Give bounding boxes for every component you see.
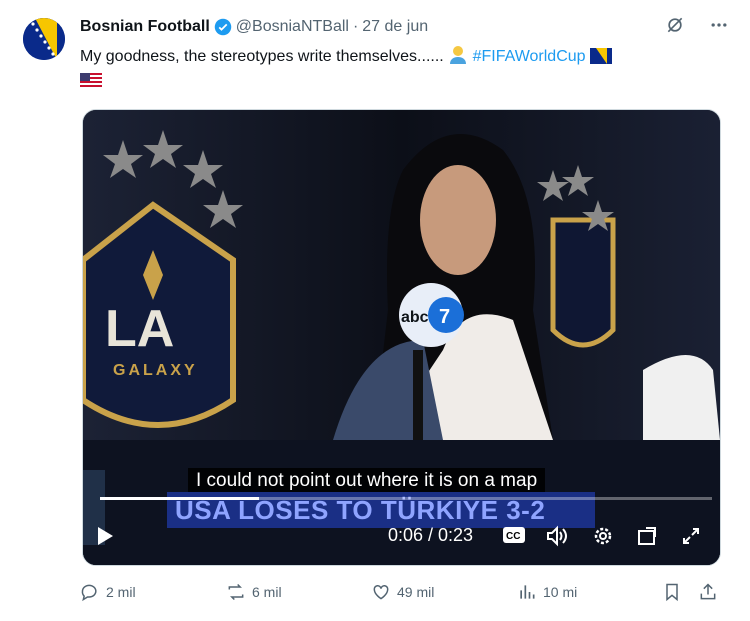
tweet-header: Bosnian Football @BosniaNTBall · 27 de j… (80, 15, 730, 39)
repost-icon (228, 583, 244, 601)
tweet-text: My goodness, the stereotypes write thems… (80, 44, 720, 96)
avatar[interactable] (23, 18, 65, 60)
author-handle[interactable]: @BosniaNTBall (236, 18, 349, 36)
club-text: GALAXY (113, 362, 198, 379)
video-progress-bar[interactable] (100, 497, 712, 500)
channel-number-text: 7 (439, 306, 450, 328)
header-icons (664, 14, 730, 36)
bookmark-button[interactable] (662, 582, 682, 602)
like-button[interactable]: 49 mil (371, 582, 434, 602)
fullscreen-icon[interactable] (680, 525, 702, 547)
verified-badge-icon (214, 18, 232, 36)
bookmark-icon (666, 583, 678, 602)
channel-logo-text: abc (401, 309, 429, 326)
tweet-body: My goodness, the stereotypes write thems… (80, 48, 444, 65)
tweet-date[interactable]: 27 de jun (362, 18, 428, 36)
bosnia-flag-icon (23, 18, 65, 60)
author-name[interactable]: Bosnian Football (80, 18, 210, 36)
views-chart-icon (520, 585, 535, 599)
person-shrugging-emoji-icon (448, 44, 468, 71)
svg-text:CC: CC (506, 531, 520, 542)
logo-text: LA (105, 300, 174, 358)
like-count: 49 mil (397, 584, 435, 600)
share-icon (700, 583, 716, 600)
video-time: 0:06 / 0:23 (388, 525, 474, 545)
reply-icon (81, 584, 97, 602)
bosnia-flag-emoji-icon (590, 48, 613, 71)
more-options-icon[interactable] (708, 14, 730, 36)
grok-icon[interactable] (664, 14, 686, 36)
repost-count: 6 mil (252, 584, 282, 600)
reply-count: 2 mil (106, 584, 136, 600)
separator-dot: · (352, 18, 359, 35)
share-button[interactable] (698, 582, 718, 602)
us-flag-emoji-icon (80, 73, 102, 96)
repost-button[interactable]: 6 mil (226, 582, 282, 602)
view-count: 10 mi (543, 584, 578, 600)
views-button[interactable]: 10 mi (517, 582, 577, 602)
tweet-card: Bosnian Football @BosniaNTBall · 27 de j… (0, 0, 750, 621)
action-bar: 2 mil 6 mil 49 mil 10 mi (80, 582, 720, 606)
settings-gear-icon[interactable] (592, 525, 614, 547)
video-progress-fill (100, 497, 260, 500)
reply-button[interactable]: 2 mil (80, 582, 136, 602)
picture-in-picture-icon[interactable] (636, 525, 658, 547)
video-controls: 0:06 / 0:23 CC (82, 520, 719, 554)
captions-icon[interactable]: CC (502, 525, 526, 545)
play-icon[interactable] (96, 526, 114, 546)
hashtag-link[interactable]: #FIFAWorldCup (473, 48, 586, 65)
heart-icon (373, 584, 389, 600)
volume-icon[interactable] (545, 525, 569, 547)
